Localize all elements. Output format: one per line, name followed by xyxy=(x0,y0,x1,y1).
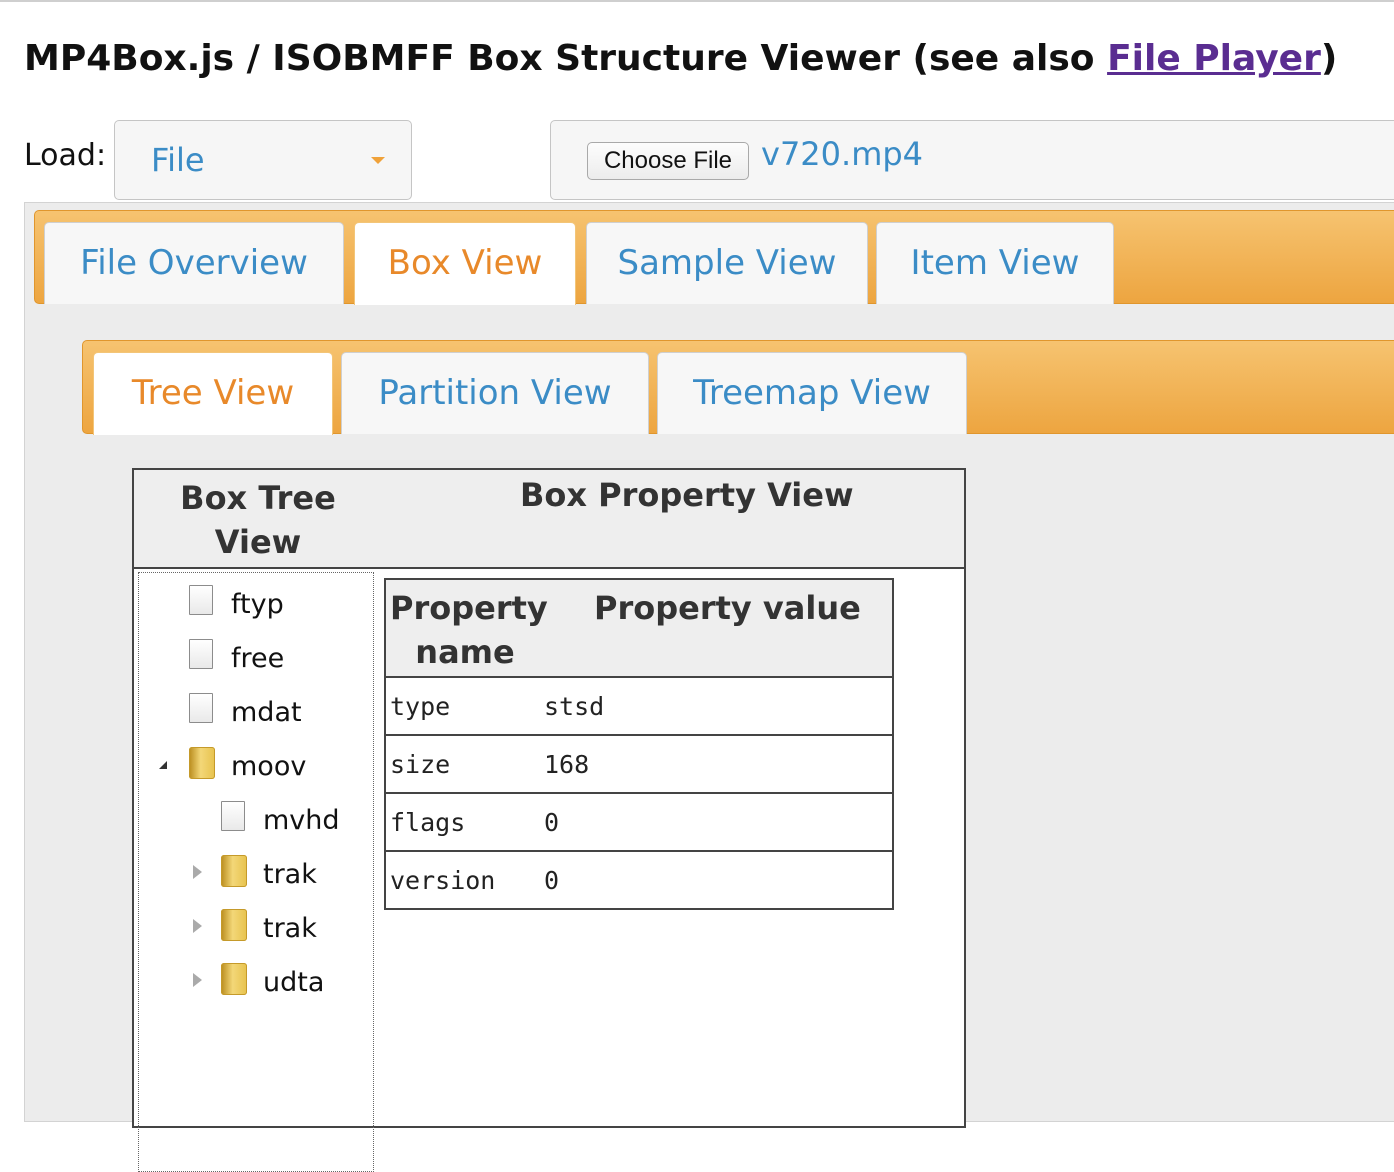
property-value: stsd xyxy=(544,692,605,721)
tab-treemap-view[interactable]: Treemap View xyxy=(657,352,967,434)
table-row: version 0 xyxy=(386,852,892,908)
dropdown-caret-icon xyxy=(371,157,385,164)
page-title-suffix: ) xyxy=(1320,38,1338,79)
tree-node-ftyp[interactable]: ftyp xyxy=(139,585,369,625)
tree-node-mvhd[interactable]: mvhd xyxy=(139,801,369,841)
selected-file-name: v720.mp4 xyxy=(761,135,924,173)
table-row: flags 0 xyxy=(386,794,892,852)
tree-node-moov[interactable]: moov xyxy=(139,747,369,787)
tree-node-trak[interactable]: trak xyxy=(139,909,369,949)
property-table-header: Property name Property value xyxy=(386,580,892,678)
tree-node-label: ftyp xyxy=(231,589,284,620)
tab-item-view[interactable]: Item View xyxy=(876,222,1114,304)
folder-icon xyxy=(221,855,247,887)
file-icon xyxy=(189,693,213,723)
property-name: version xyxy=(390,866,496,895)
box-view-table-header: Box Tree View Box Property View xyxy=(134,470,964,569)
top-border xyxy=(0,0,1394,2)
tree-node-label: mdat xyxy=(231,697,302,728)
choose-file-button[interactable]: Choose File xyxy=(587,142,749,180)
load-source-value: File xyxy=(151,141,205,179)
tree-node-trak[interactable]: trak xyxy=(139,855,369,895)
file-icon xyxy=(189,639,213,669)
box-property-view-header: Box Property View xyxy=(520,476,854,514)
property-value: 0 xyxy=(544,866,560,895)
file-player-link[interactable]: File Player xyxy=(1107,38,1321,79)
page-title-text: MP4Box.js / ISOBMFF Box Structure Viewer… xyxy=(24,38,1108,79)
property-name: type xyxy=(390,692,451,721)
file-icon xyxy=(189,585,213,615)
tree-node-label: trak xyxy=(263,859,317,890)
folder-icon xyxy=(189,747,215,779)
table-row: size 168 xyxy=(386,736,892,794)
property-name: size xyxy=(390,750,451,779)
expanded-triangle-icon[interactable] xyxy=(159,761,167,769)
tab-file-overview[interactable]: File Overview xyxy=(44,222,344,304)
load-label: Load: xyxy=(24,138,107,173)
property-value-header: Property value xyxy=(594,589,861,627)
collapsed-triangle-icon[interactable] xyxy=(193,919,202,933)
folder-icon xyxy=(221,909,247,941)
box-view-table: Box Tree View Box Property View ftyp fre… xyxy=(132,468,966,1172)
tree-node-label: moov xyxy=(231,751,307,782)
tree-node-label: trak xyxy=(263,913,317,944)
file-icon xyxy=(221,801,245,831)
tree-node-udta[interactable]: udta xyxy=(139,963,369,1003)
tab-sample-view[interactable]: Sample View xyxy=(586,222,868,304)
tree-node-label: free xyxy=(231,643,285,674)
tree-node-mdat[interactable]: mdat xyxy=(139,693,369,733)
box-tree: ftyp free mdat moov mvhd trak trak udta xyxy=(138,572,374,1172)
main-tab-bar: File Overview Box View Sample View Item … xyxy=(34,210,1394,305)
tree-node-free[interactable]: free xyxy=(139,639,369,679)
collapsed-triangle-icon[interactable] xyxy=(193,973,202,987)
tree-node-label: udta xyxy=(263,967,325,998)
box-tree-view-header: Box Tree View xyxy=(180,479,336,561)
property-name-header: Property name xyxy=(390,589,548,671)
load-source-select[interactable]: File xyxy=(114,120,412,200)
table-row: type stsd xyxy=(386,678,892,736)
file-input-container: Choose File v720.mp4 xyxy=(550,120,1394,200)
property-value: 168 xyxy=(544,750,590,779)
collapsed-triangle-icon[interactable] xyxy=(193,865,202,879)
property-table: Property name Property value type stsd s… xyxy=(384,578,894,910)
folder-icon xyxy=(221,963,247,995)
tree-node-label: mvhd xyxy=(263,805,340,836)
tab-box-view[interactable]: Box View xyxy=(354,222,576,305)
property-name: flags xyxy=(390,808,466,837)
sub-tab-bar: Tree View Partition View Treemap View xyxy=(82,340,1394,435)
page-title: MP4Box.js / ISOBMFF Box Structure Viewer… xyxy=(24,38,1337,79)
tab-tree-view[interactable]: Tree View xyxy=(93,352,333,435)
tab-partition-view[interactable]: Partition View xyxy=(341,352,649,434)
property-value: 0 xyxy=(544,808,560,837)
